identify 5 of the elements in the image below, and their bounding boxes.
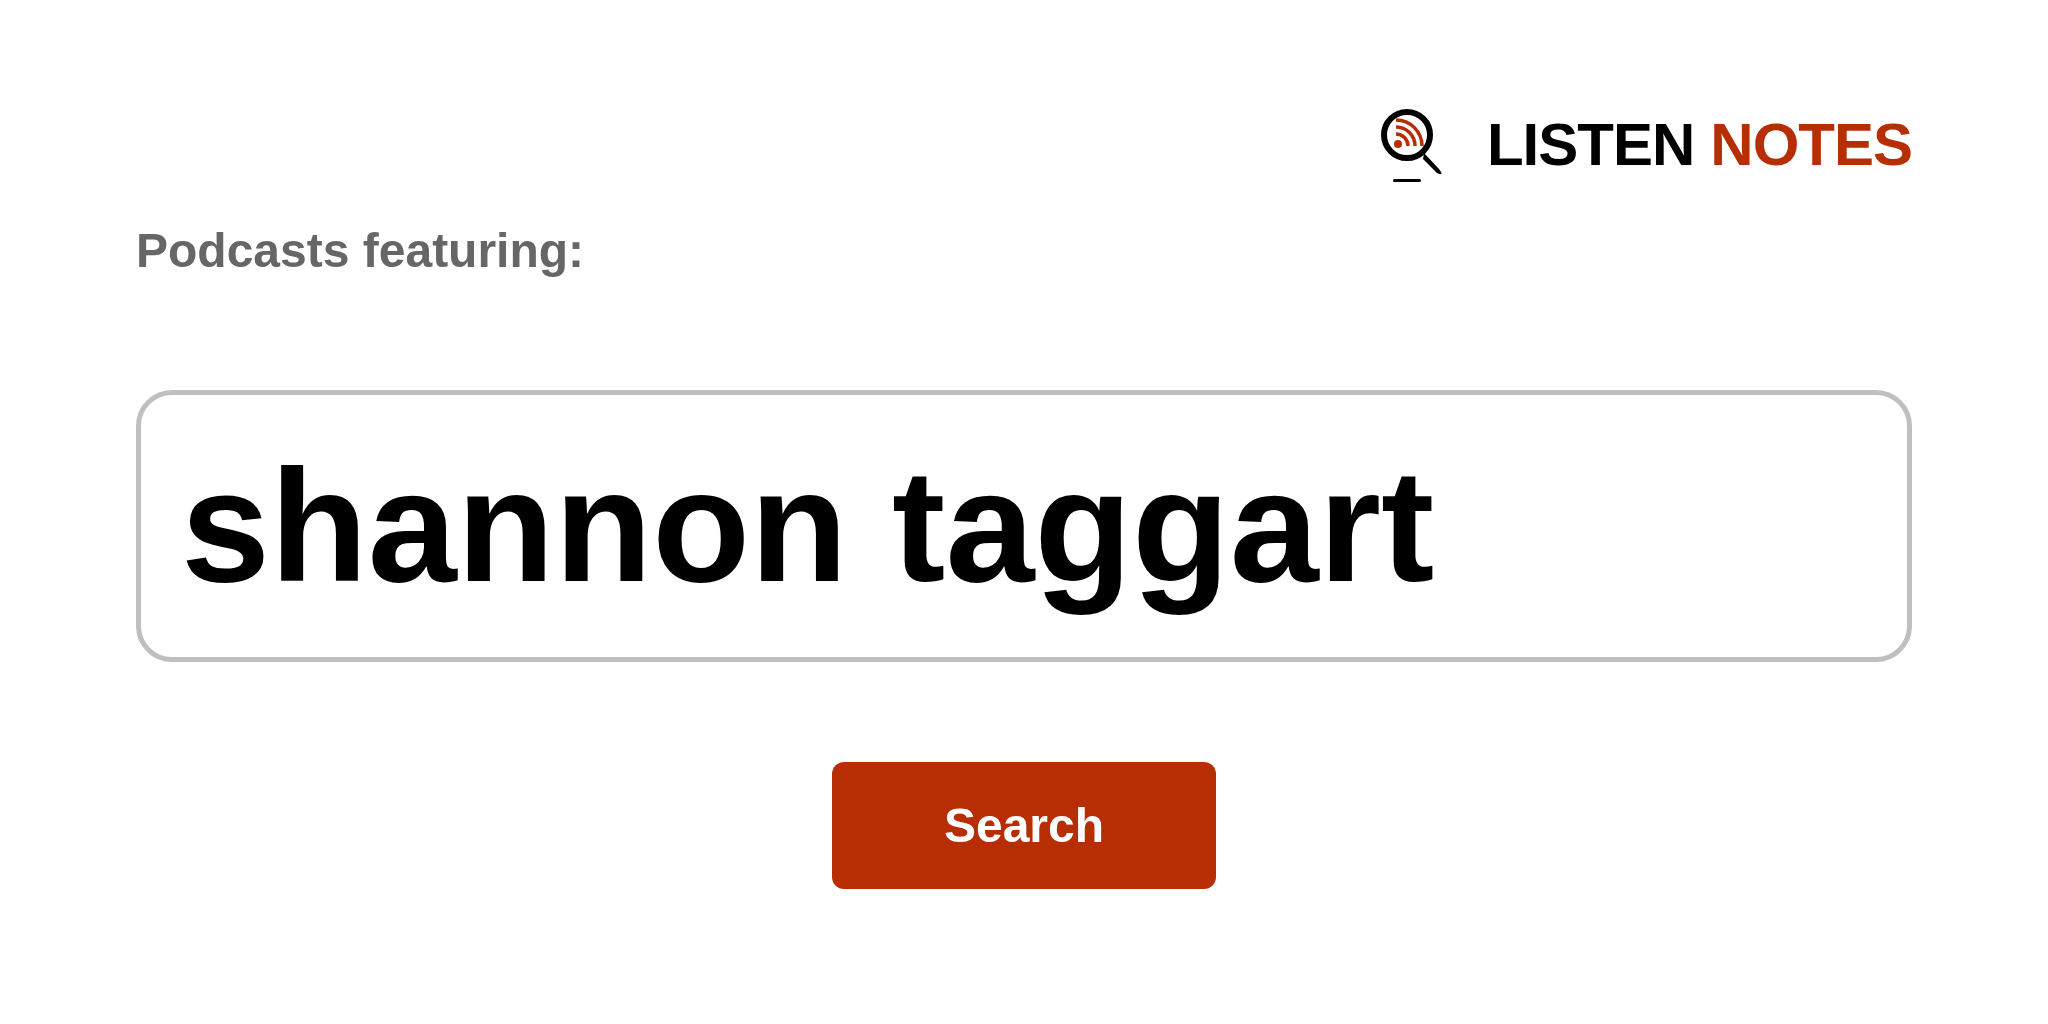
search-field[interactable]: shannon taggart: [136, 390, 1912, 662]
logo-text: NOTES: [1710, 115, 1912, 175]
heading: Podcasts featuring:: [136, 223, 586, 278]
logo-text: LISTEN: [1486, 115, 1695, 175]
search-button[interactable]: Search: [832, 762, 1216, 889]
